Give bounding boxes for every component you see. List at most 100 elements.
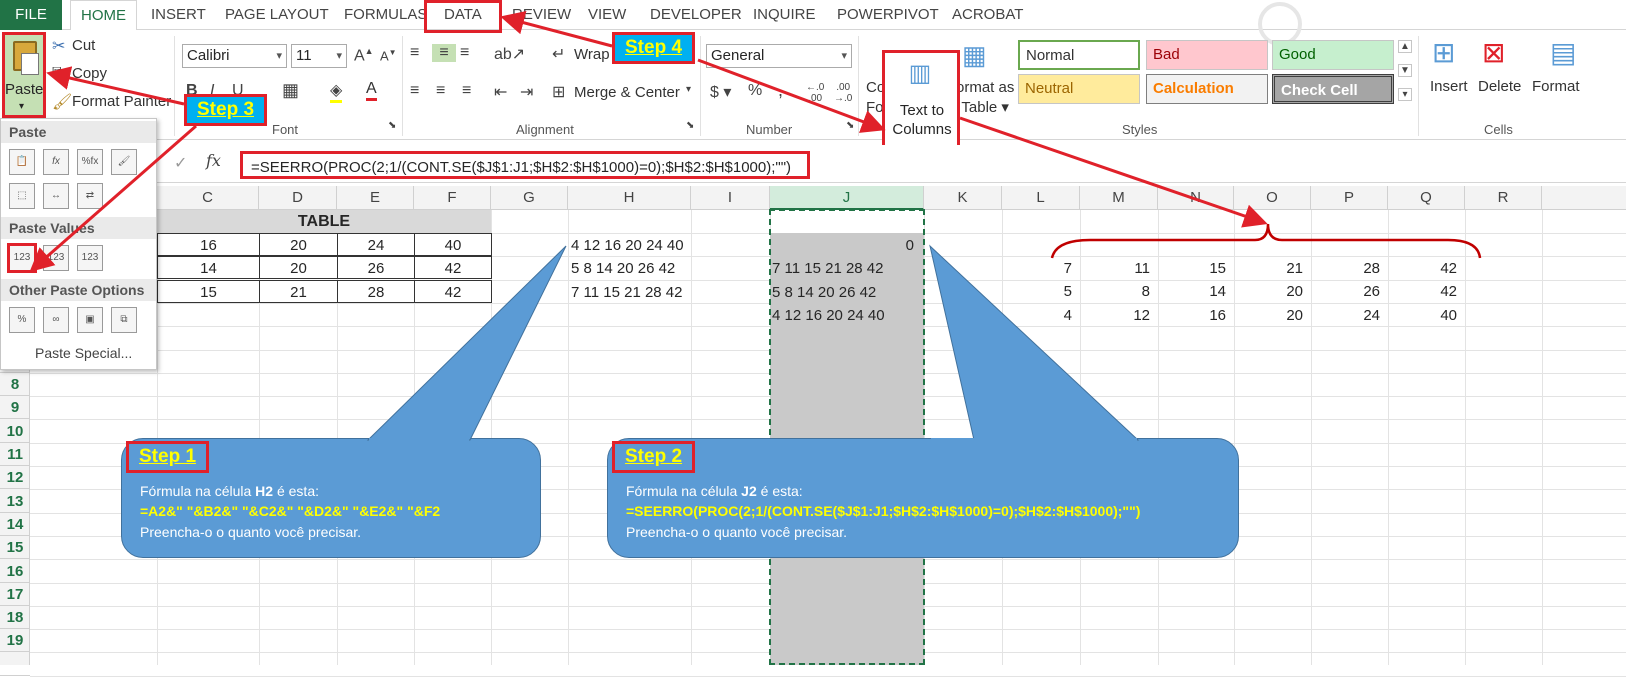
tab-insert[interactable]: INSERT — [141, 0, 216, 30]
row-header-13[interactable]: 13 — [0, 490, 30, 513]
column-header-e[interactable]: E — [337, 186, 414, 210]
align-middle-icon[interactable]: ≡ — [432, 44, 456, 62]
column-header-c[interactable]: C — [157, 186, 259, 210]
tab-inquire[interactable]: INQUIRE — [743, 0, 826, 30]
row-header-17[interactable]: 17 — [0, 583, 30, 606]
styles-more-icon[interactable]: ▾ — [1398, 88, 1412, 101]
tab-file[interactable]: FILE — [0, 0, 62, 30]
increase-decimal-icon[interactable]: ←.0.00 — [806, 82, 824, 104]
font-size-select[interactable]: 11 — [291, 44, 347, 68]
align-top-icon[interactable]: ≡ — [410, 44, 419, 62]
column-header-d[interactable]: D — [259, 186, 337, 210]
paste-button[interactable]: Paste ▾ — [2, 32, 46, 118]
row-header-hidden[interactable] — [0, 653, 30, 676]
column-header-o[interactable]: O — [1234, 186, 1311, 210]
alignment-dialog-launcher-icon[interactable]: ⬊ — [686, 120, 694, 131]
paste-link-icon[interactable]: ∞ — [43, 307, 69, 333]
row-header-18[interactable]: 18 — [0, 606, 30, 630]
paste-formulas-icon[interactable]: fx — [43, 149, 69, 175]
format-as-table-button[interactable]: ormat as Table ▾ — [956, 78, 1014, 118]
borders-icon[interactable]: ▦ — [282, 80, 299, 101]
fill-color-icon[interactable]: ◈ — [330, 80, 343, 103]
copy-button[interactable]: Copy — [72, 65, 107, 82]
number-dialog-launcher-icon[interactable]: ⬊ — [846, 120, 854, 131]
styles-scroll-down-icon[interactable]: ▼ — [1398, 64, 1412, 77]
column-j-cell[interactable]: 4 12 16 20 24 40 — [772, 304, 922, 327]
merge-center-icon[interactable]: ⊞ — [552, 82, 565, 102]
tab-powerpivot[interactable]: POWERPIVOT — [827, 0, 949, 30]
column-j-cell[interactable]: 0 — [772, 234, 922, 257]
merge-center-button[interactable]: Merge & Center — [574, 84, 680, 101]
row-header-16[interactable]: 16 — [0, 560, 30, 583]
row-header-14[interactable]: 14 — [0, 513, 30, 536]
style-check-cell[interactable]: Check Cell — [1272, 74, 1394, 104]
format-as-table-icon[interactable]: ▦ — [962, 40, 987, 71]
keep-column-widths-icon[interactable]: ↔ — [43, 183, 69, 209]
column-header-l[interactable]: L — [1002, 186, 1080, 210]
column-header-m[interactable]: M — [1080, 186, 1158, 210]
styles-scroll-up-icon[interactable]: ▲ — [1398, 40, 1412, 53]
tab-review[interactable]: REVIEW — [502, 0, 581, 30]
style-neutral[interactable]: Neutral — [1018, 74, 1140, 104]
decrease-decimal-icon[interactable]: .00 →.0 — [834, 82, 852, 104]
paste-formatting-icon[interactable]: % — [9, 307, 35, 333]
number-format-select[interactable]: General — [706, 44, 852, 68]
percent-icon[interactable]: % — [748, 82, 762, 100]
paste-values-icon[interactable]: 123 — [7, 243, 37, 273]
paste-formulas-number-format-icon[interactable]: %fx — [77, 149, 103, 175]
column-header-i[interactable]: I — [691, 186, 770, 210]
row-header-11[interactable]: 11 — [0, 443, 30, 466]
insert-cells-button[interactable]: Insert — [1430, 78, 1468, 95]
merge-dropdown-icon[interactable]: ▾ — [686, 84, 691, 95]
increase-font-icon[interactable]: A▲ — [354, 46, 374, 65]
tab-page-layout[interactable]: PAGE LAYOUT — [215, 0, 339, 30]
increase-indent-icon[interactable]: ⇥ — [520, 82, 533, 102]
row-header-10[interactable]: 10 — [0, 420, 30, 443]
paste-values-number-format-icon[interactable]: 123 — [43, 245, 69, 271]
cut-button[interactable]: Cut — [72, 37, 95, 54]
tab-acrobat[interactable]: ACROBAT — [942, 0, 1033, 30]
align-left-icon[interactable]: ≡ — [410, 82, 419, 100]
paste-picture-icon[interactable]: ▣ — [77, 307, 103, 333]
column-header-h[interactable]: H — [568, 186, 691, 210]
orientation-icon[interactable]: ab↗ — [494, 44, 525, 64]
no-borders-icon[interactable]: ⬚ — [9, 183, 35, 209]
formula-input[interactable]: =SEERRO(PROC(2;1/(CONT.SE($J$1:J1;$H$2:$… — [240, 151, 810, 179]
column-header-q[interactable]: Q — [1388, 186, 1465, 210]
wrap-text-button[interactable]: Wrap Text — [574, 46, 614, 63]
tab-developer[interactable]: DEVELOPER — [640, 0, 752, 30]
column-j-cell[interactable]: 7 11 15 21 28 42 — [772, 257, 922, 280]
decrease-indent-icon[interactable]: ⇤ — [494, 82, 507, 102]
keep-source-formatting-icon[interactable]: 🖌 — [111, 149, 137, 175]
wrap-text-icon[interactable]: ↵ — [552, 44, 565, 64]
decrease-font-icon[interactable]: A▼ — [380, 48, 397, 63]
row-header-12[interactable]: 12 — [0, 466, 30, 490]
paste-special-item[interactable]: Paste Special... — [35, 345, 132, 361]
comma-style-icon[interactable]: , — [778, 80, 783, 101]
insert-function-icon[interactable]: fx — [206, 151, 221, 170]
column-header-p[interactable]: P — [1311, 186, 1388, 210]
paste-icon[interactable]: 📋 — [9, 149, 35, 175]
accounting-format-icon[interactable]: $ ▾ — [710, 82, 731, 102]
align-bottom-icon[interactable]: ≡ — [460, 44, 469, 62]
paste-values-source-format-icon[interactable]: 123 — [77, 245, 103, 271]
row-header-9[interactable]: 9 — [0, 396, 30, 420]
column-header-k[interactable]: K — [924, 186, 1002, 210]
style-calculation[interactable]: Calculation — [1146, 74, 1268, 104]
column-header-n[interactable]: N — [1158, 186, 1234, 210]
column-j-cell[interactable]: 5 8 14 20 26 42 — [772, 281, 922, 304]
enter-icon[interactable]: ✓ — [174, 153, 187, 173]
font-name-select[interactable]: Calibri — [182, 44, 287, 68]
format-cells-button[interactable]: Format — [1532, 78, 1580, 95]
column-header-f[interactable]: F — [414, 186, 491, 210]
transpose-icon[interactable]: ⇄ — [77, 183, 103, 209]
row-header-19[interactable]: 19 — [0, 629, 30, 653]
delete-cells-button[interactable]: Delete — [1478, 78, 1521, 95]
style-normal[interactable]: Normal — [1018, 40, 1140, 70]
delete-cells-icon[interactable]: ⊠ — [1482, 36, 1505, 69]
row-header-8[interactable]: 8 — [0, 373, 30, 397]
tab-formulas[interactable]: FORMULAS — [334, 0, 437, 30]
insert-cells-icon[interactable]: ⊞ — [1432, 36, 1455, 69]
align-right-icon[interactable]: ≡ — [462, 82, 471, 100]
format-cells-icon[interactable]: ▤ — [1550, 36, 1576, 69]
